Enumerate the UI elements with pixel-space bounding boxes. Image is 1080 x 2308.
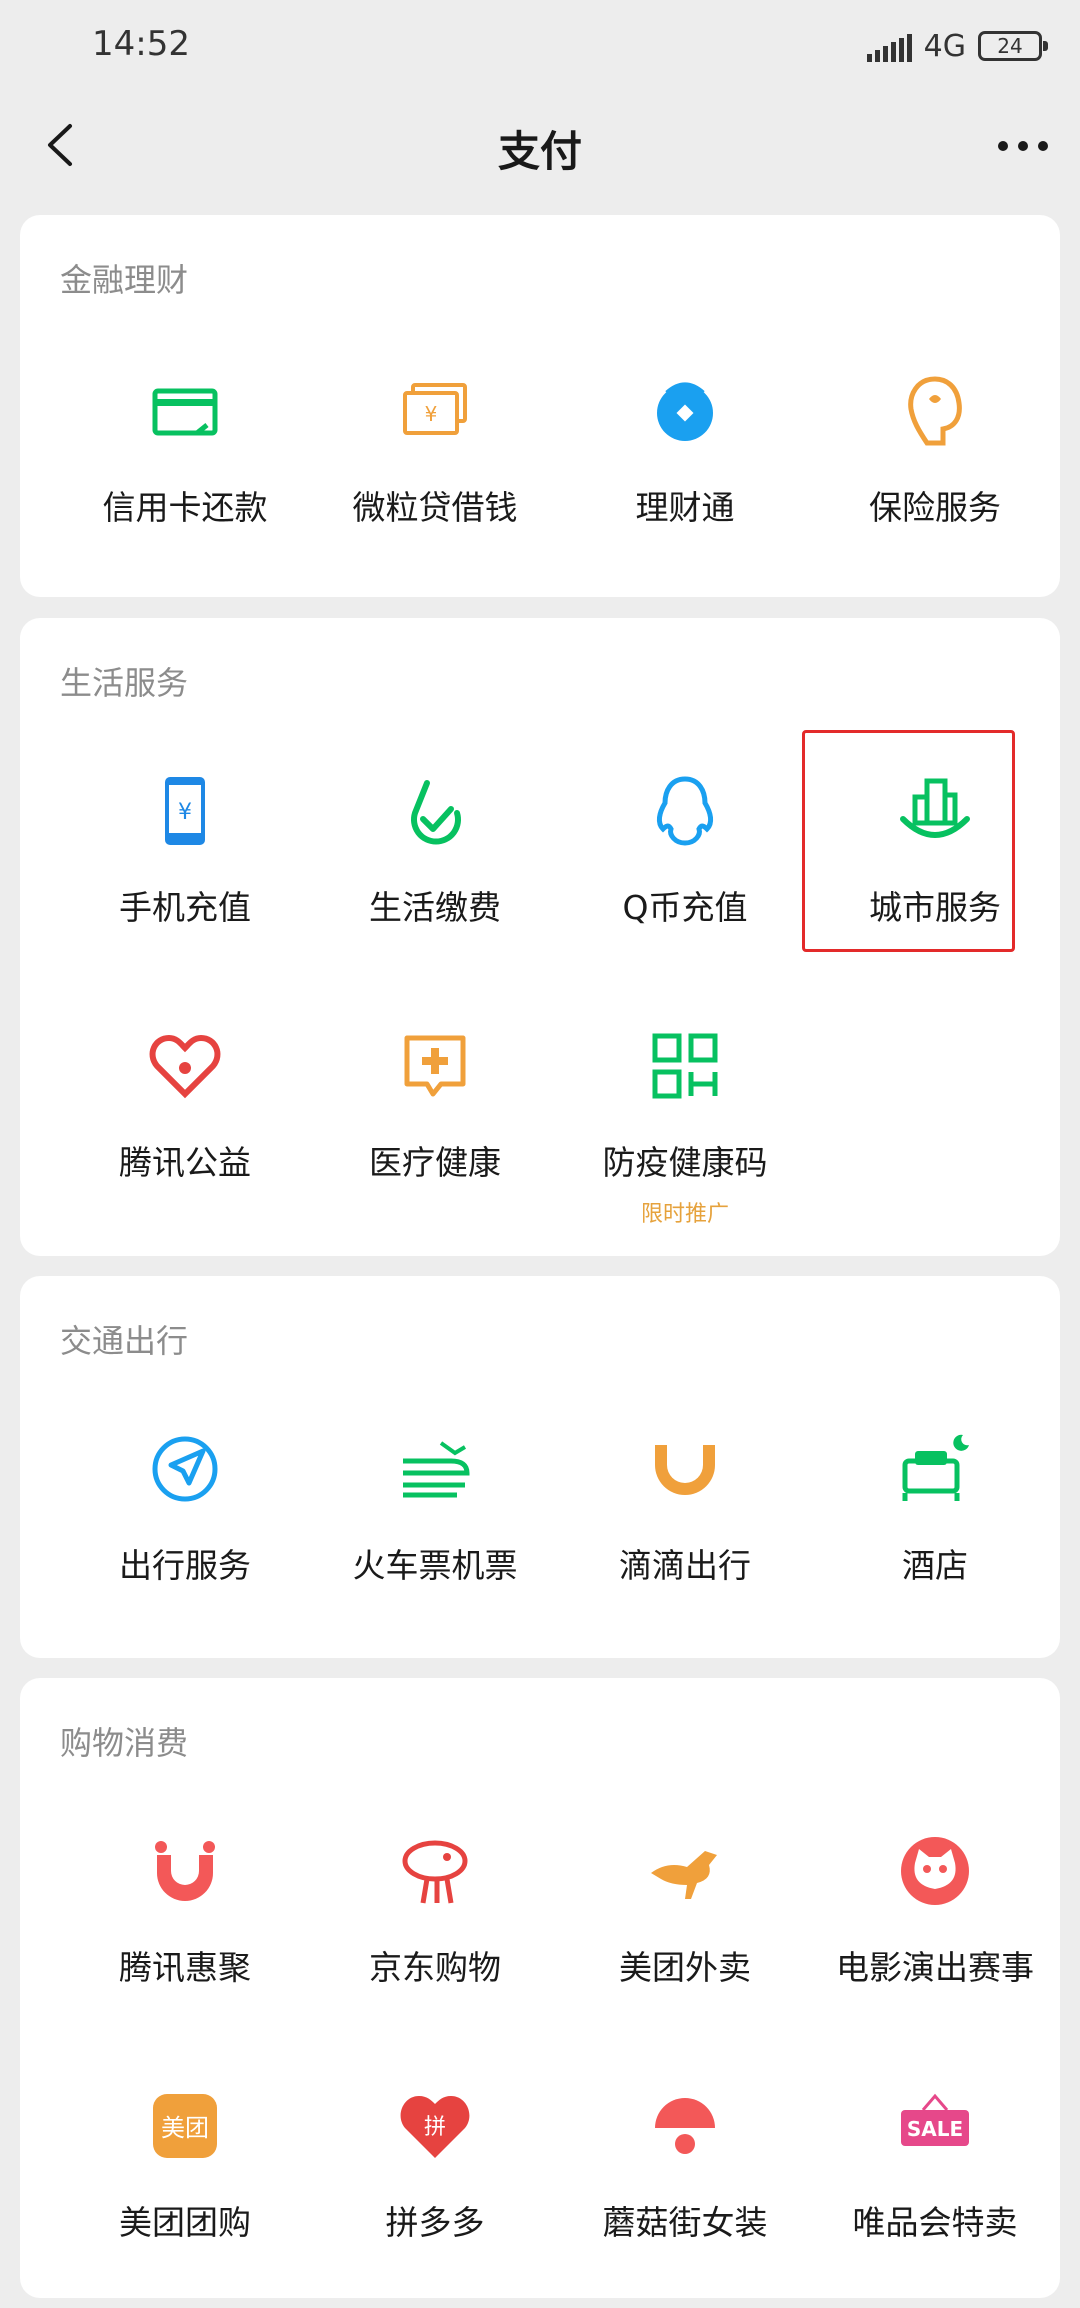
battery-icon: 24 [978,31,1048,61]
utility-icon [397,773,473,849]
section-title: 购物消费 [60,1724,189,1762]
jd-icon [397,1833,473,1909]
grid-item-meituan-group[interactable]: 美团 美团团购 [60,2088,310,2308]
status-time: 14:52 [92,24,190,64]
grid-item-label: 防疫健康码 [602,1143,768,1182]
city-icon [897,773,973,849]
grid-item-utility[interactable]: 生活缴费 [310,773,560,993]
section-title: 金融理财 [60,261,189,299]
train-icon [397,1431,473,1507]
section-life-services: 生活服务 ¥ 手机充值 生活缴费 Q币充值 城市服务 腾讯公益 医疗健康 防疫健… [20,618,1060,1256]
grid-item-label: 美团外卖 [619,1948,751,1987]
grid-item-didi[interactable]: 滴滴出行 [560,1431,810,1651]
nav-bar: 支付 [0,90,1080,200]
grid-item-tencent-huiju[interactable]: 腾讯惠聚 [60,1833,310,2053]
more-dots-icon [998,141,1048,151]
grid-item-label: 蘑菇街女装 [602,2203,768,2242]
grid-item-qq-coin[interactable]: Q币充值 [560,773,810,993]
phone-topup-icon: ¥ [147,773,223,849]
grid-item-health-code[interactable]: 防疫健康码 限时推广 [560,1028,810,1248]
grid-item-label: 唯品会特卖 [852,2203,1018,2242]
grid-item-credit-card[interactable]: 信用卡还款 [60,373,310,593]
loan-icon: ¥ [397,373,473,449]
qr-code-icon [647,1028,723,1104]
meituan-icon: 美团 [147,2088,223,2164]
status-indicators: 4G 24 [866,26,1048,66]
navigation-icon [147,1431,223,1507]
grid-item-label: Q币充值 [622,888,748,927]
credit-card-icon [147,373,223,449]
grid-item-label: 火车票机票 [352,1546,518,1585]
grid-item-city-service[interactable]: 城市服务 [810,773,1060,993]
movie-cat-icon [897,1833,973,1909]
qq-icon [647,773,723,849]
grid-item-travel[interactable]: 出行服务 [60,1431,310,1651]
insurance-icon [897,373,973,449]
grid-item-label: 酒店 [902,1546,968,1585]
grid-item-hotel[interactable]: 酒店 [810,1431,1060,1651]
grid-item-movie[interactable]: 电影演出赛事 [810,1833,1060,2053]
charity-icon [147,1028,223,1104]
section-title: 生活服务 [60,664,189,702]
grid-item-label: 电影演出赛事 [836,1948,1034,1987]
grid-item-phone-topup[interactable]: ¥ 手机充值 [60,773,310,993]
section-transport: 交通出行 出行服务 火车票机票 滴滴出行 酒店 [20,1276,1060,1658]
grid-item-meituan-waimai[interactable]: 美团外卖 [560,1833,810,2053]
grid-item-label: 医疗健康 [369,1143,501,1182]
mogujie-icon [647,2088,723,2164]
grid-item-label: 微粒贷借钱 [352,488,518,527]
grid-item-wealth[interactable]: 理财通 [560,373,810,593]
status-bar: 14:52 4G 24 [0,0,1080,90]
grid-item-label: 信用卡还款 [102,488,268,527]
grid-item-charity[interactable]: 腾讯公益 [60,1028,310,1248]
didi-icon [647,1431,723,1507]
grid-item-label: 出行服务 [119,1546,251,1585]
grid-item-jd[interactable]: 京东购物 [310,1833,560,2053]
grid-item-insurance[interactable]: 保险服务 [810,373,1060,593]
section-title: 交通出行 [60,1322,189,1360]
grid-item-label: 京东购物 [369,1948,501,1987]
svg-text:SALE: SALE [907,2117,963,2141]
grid-item-label: 腾讯公益 [119,1143,251,1182]
grid-item-label: 生活缴费 [369,888,501,927]
pinduoduo-icon: 拼 [397,2088,473,2164]
svg-text:¥: ¥ [425,402,438,426]
promo-tag: 限时推广 [640,1202,729,1227]
grid-item-label: 腾讯惠聚 [119,1948,251,1987]
signal-icon [866,30,912,62]
grid-item-label: 滴滴出行 [619,1546,751,1585]
hotel-icon [897,1431,973,1507]
grid-item-label: 美团团购 [119,2203,251,2242]
section-shopping: 购物消费 腾讯惠聚 京东购物 美团外卖 电影演出赛事 美团 美团团购 拼 拼多多 [20,1678,1060,2298]
grid-item-label: 理财通 [635,488,735,527]
vip-sale-icon: SALE [897,2088,973,2164]
svg-text:美团: 美团 [161,2114,209,2142]
grid-item-pinduoduo[interactable]: 拼 拼多多 [310,2088,560,2308]
network-label: 4G [923,28,966,64]
grid-item-label: 拼多多 [385,2203,485,2242]
svg-text:¥: ¥ [178,800,192,825]
svg-text:拼: 拼 [424,2115,446,2140]
grid-item-train-flight[interactable]: 火车票机票 [310,1431,560,1651]
meituan-waimai-icon [647,1833,723,1909]
grid-item-label: 保险服务 [869,488,1001,527]
grid-item-medical[interactable]: 医疗健康 [310,1028,560,1248]
medical-icon [397,1028,473,1104]
battery-level: 24 [997,34,1023,58]
tencent-huiju-icon [147,1833,223,1909]
grid-item-vip[interactable]: SALE 唯品会特卖 [810,2088,1060,2308]
page-title: 支付 [497,127,582,176]
wealth-icon [647,373,723,449]
grid-item-loan[interactable]: ¥ 微粒贷借钱 [310,373,560,593]
section-finance: 金融理财 信用卡还款 ¥ 微粒贷借钱 理财通 保险服务 [20,215,1060,597]
more-button[interactable] [988,116,1058,176]
grid-item-label: 手机充值 [119,888,251,927]
grid-item-mogujie[interactable]: 蘑菇街女装 [560,2088,810,2308]
grid-item-label: 城市服务 [869,888,1001,927]
